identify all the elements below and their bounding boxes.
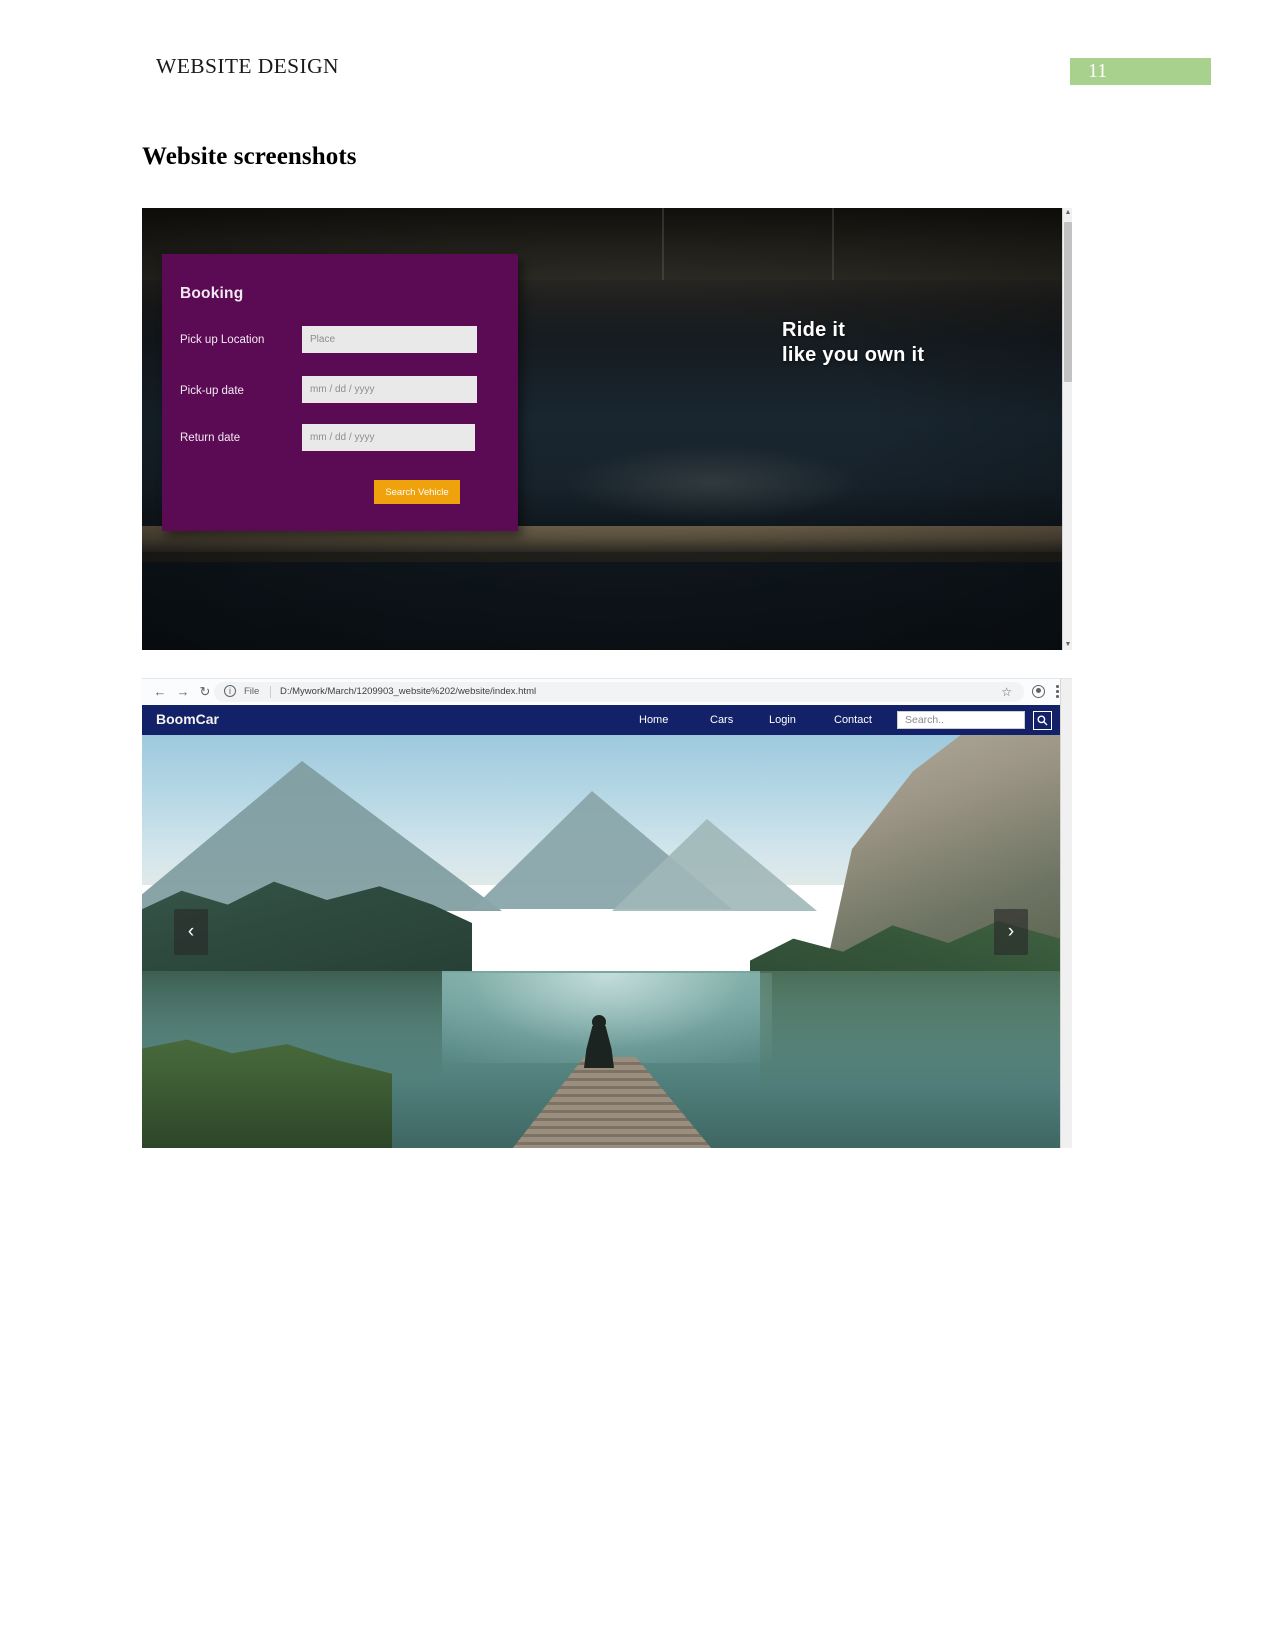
site-logo[interactable]: BoomCar bbox=[156, 711, 219, 727]
person-body bbox=[584, 1026, 614, 1068]
pickup-date-input[interactable] bbox=[302, 376, 477, 403]
pickup-location-input[interactable] bbox=[302, 326, 477, 353]
nav-link-login[interactable]: Login bbox=[769, 714, 796, 726]
hero-carousel: ‹ › bbox=[142, 735, 1060, 1148]
hero-scrollbar[interactable]: ▲ ▼ bbox=[1062, 208, 1072, 650]
reload-icon[interactable]: ↻ bbox=[197, 685, 213, 699]
site-navbar: BoomCar Home Cars Login Contact bbox=[142, 705, 1060, 735]
site-info-icon[interactable]: i bbox=[224, 685, 236, 697]
browser-scrollbar[interactable] bbox=[1060, 679, 1072, 1148]
booking-form-card: Booking Pick up Location Pick-up date Re… bbox=[162, 254, 518, 531]
page-number-text: 11 bbox=[1088, 60, 1108, 82]
address-bar[interactable]: i File D:/Mywork/March/1209903_website%2… bbox=[214, 682, 1024, 702]
carousel-mountain-left bbox=[142, 761, 502, 911]
carousel-lake-reflection-right bbox=[760, 971, 1060, 1091]
search-icon bbox=[1037, 715, 1048, 726]
site-search-input[interactable] bbox=[897, 711, 1025, 729]
url-text: D:/Mywork/March/1209903_website%202/webs… bbox=[280, 686, 537, 697]
scroll-down-arrow-icon[interactable]: ▼ bbox=[1063, 640, 1072, 650]
hero-headline-line-2: like you own it bbox=[782, 344, 925, 366]
return-date-label: Return date bbox=[180, 432, 241, 444]
booking-form-title: Booking bbox=[180, 285, 244, 302]
carousel-person bbox=[582, 1015, 616, 1068]
carousel-mountain-center-2 bbox=[612, 819, 817, 911]
scroll-up-arrow-icon[interactable]: ▲ bbox=[1063, 208, 1072, 218]
carousel-next-button[interactable]: › bbox=[994, 909, 1028, 955]
carousel-prev-button[interactable]: ‹ bbox=[174, 909, 208, 955]
return-date-input[interactable] bbox=[302, 424, 475, 451]
pickup-date-label: Pick-up date bbox=[180, 385, 244, 397]
profile-avatar-icon[interactable] bbox=[1032, 685, 1045, 698]
search-vehicle-button[interactable]: Search Vehicle bbox=[374, 480, 460, 504]
nav-link-cars[interactable]: Cars bbox=[710, 714, 733, 726]
forward-icon[interactable]: → bbox=[175, 685, 191, 699]
page-title: Website screenshots bbox=[142, 143, 357, 170]
running-header-title: WEBSITE DESIGN bbox=[156, 54, 339, 78]
document-page: WEBSITE DESIGN 11 Website screenshots Bo… bbox=[0, 0, 1275, 1651]
site-search-button[interactable] bbox=[1033, 711, 1052, 730]
nav-link-contact[interactable]: Contact bbox=[834, 714, 872, 726]
pickup-location-label: Pick up Location bbox=[180, 334, 265, 346]
page-number-badge: 11 bbox=[1070, 58, 1211, 85]
back-icon[interactable]: ← bbox=[152, 685, 168, 699]
omnibox-separator bbox=[270, 686, 271, 698]
url-scheme-label: File bbox=[244, 686, 260, 697]
screenshot-hero-booking: Booking Pick up Location Pick-up date Re… bbox=[142, 208, 1072, 650]
browser-toolbar: ← → ↻ i File D:/Mywork/March/1209903_web… bbox=[142, 679, 1072, 705]
scrollbar-thumb[interactable] bbox=[1064, 222, 1072, 382]
hero-headline-line-1: Ride it bbox=[782, 319, 846, 341]
screenshot-browser-window: ← → ↻ i File D:/Mywork/March/1209903_web… bbox=[142, 678, 1072, 1148]
nav-link-home[interactable]: Home bbox=[639, 714, 668, 726]
bookmark-star-icon[interactable]: ☆ bbox=[1001, 685, 1012, 699]
